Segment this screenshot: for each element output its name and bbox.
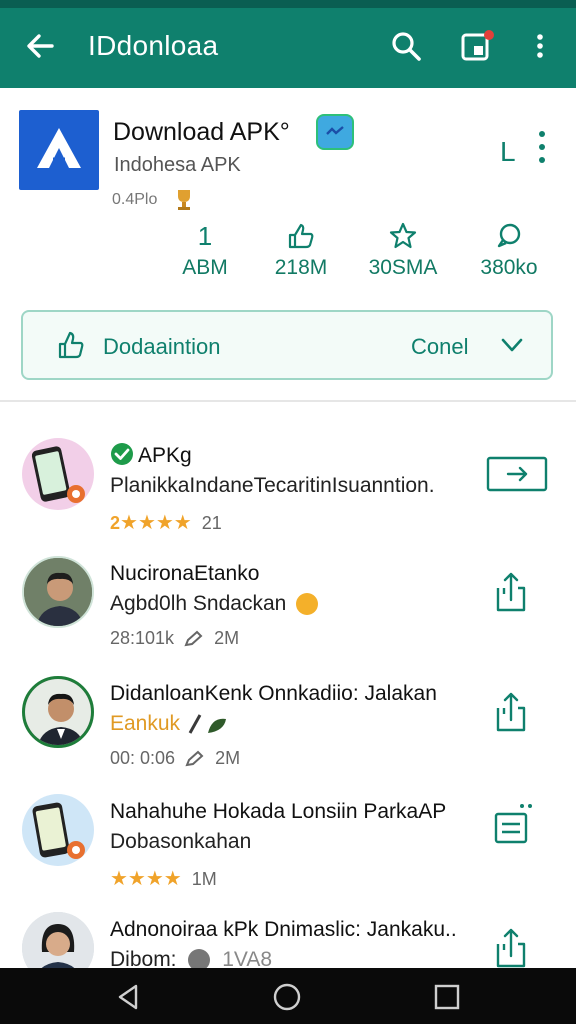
share-icon[interactable] (494, 926, 528, 970)
item-meta: 2★★★★ 21 (110, 510, 222, 535)
nav-back-icon[interactable] (114, 982, 144, 1012)
stat-value: 380ko (480, 256, 538, 279)
item-subtitle: Eankuk (110, 712, 232, 736)
list-item[interactable]: Nahahuhe Hokada Lonsiin ParkaAP Dobasonk… (0, 774, 576, 892)
app-version: 0.4Plo (112, 191, 158, 208)
item-size: 28:101k (110, 628, 175, 648)
open-arrow-button[interactable] (486, 454, 548, 494)
share-icon[interactable] (494, 570, 528, 614)
divider (0, 400, 576, 402)
stat-value: 218M (274, 256, 328, 279)
list-icon[interactable] (494, 802, 534, 846)
stat-value: 30SMA (368, 256, 438, 279)
phone-thumbnail-icon (22, 438, 94, 510)
verified-check-icon (111, 443, 133, 465)
item-meta: 28:101k 2M (110, 628, 239, 649)
status-bar (0, 0, 576, 8)
list-item[interactable]: DidanloanKenk Onnkadiio: Jalakan Eankuk … (0, 656, 576, 774)
item-subtitle: Agbd0lh Sndackan (110, 592, 319, 616)
rating-stars: ★★★★ (120, 512, 192, 534)
stat-value: ABM (182, 256, 228, 279)
item-meta: 00: 0:06 2M (110, 748, 240, 769)
cancel-button[interactable]: Conel (411, 334, 468, 360)
nav-home-icon[interactable] (272, 982, 302, 1012)
system-nav-bar (0, 968, 576, 1024)
pencil-icon (184, 630, 203, 647)
notification-box-icon[interactable] (458, 28, 494, 64)
nav-recents-icon[interactable] (432, 982, 462, 1012)
avatar (22, 556, 94, 628)
item-title: Nahahuhe Hokada Lonsiin ParkaAP (110, 800, 447, 823)
rating-count: 21 (201, 513, 222, 533)
share-icon[interactable] (494, 690, 528, 734)
notification-dot (484, 30, 494, 40)
item-subtitle: Dobasonkahan (110, 830, 252, 853)
app-bar: IDdonloaa (0, 8, 576, 88)
app-logo-icon (19, 110, 99, 190)
back-arrow-icon[interactable] (22, 28, 58, 64)
rating-prefix: 2 (110, 513, 121, 533)
item-count: 2M (215, 748, 241, 768)
download-button[interactable]: Dodaaintion (103, 334, 220, 360)
chat-icon (497, 223, 521, 248)
item-meta: ★★★★ 1M (110, 866, 217, 891)
stat-downloads: 1 ABM (160, 220, 250, 280)
app-more-icon[interactable] (534, 128, 550, 168)
pencil-icon (185, 750, 204, 767)
star-icon (389, 222, 417, 249)
side-action-button[interactable]: L (500, 136, 516, 168)
trophy-icon (178, 190, 190, 210)
phone-thumbnail-icon (22, 794, 94, 866)
item-title: APKg (138, 444, 192, 467)
chevron-down-icon[interactable] (499, 332, 525, 358)
item-size: 00: 0:06 (110, 748, 176, 768)
leaf-icon (188, 714, 226, 735)
item-title: NucironaEtanko (110, 562, 260, 585)
app-name: Download APK° (113, 118, 290, 146)
stat-rating: 30SMA (358, 220, 448, 280)
item-count: 2M (214, 628, 240, 648)
more-vert-icon[interactable] (522, 28, 558, 64)
page-title: IDdonloaa (88, 30, 219, 61)
app-publisher: Indohesa APK (114, 154, 241, 176)
list-item[interactable]: APKg PlanikkaIndaneTecaritinIsuanntion. … (0, 418, 576, 536)
emoji-icon (296, 593, 319, 616)
avatar (22, 676, 94, 748)
item-count: 1M (191, 869, 217, 889)
verified-chip-icon (316, 114, 354, 150)
item-title: DidanloanKenk Onnkadiio: Jalakan (110, 682, 437, 705)
thumb-up-icon (58, 331, 84, 359)
app-header: Download APK° Indohesa APK 0.4Plo L 1 AB… (0, 88, 576, 398)
item-subtitle: PlanikkaIndaneTecaritinIsuanntion. (110, 474, 435, 497)
download-action-bar: Dodaaintion Conel (21, 310, 553, 380)
stat-likes: 218M (256, 220, 346, 280)
item-title: Adnonoiraa kPk Dnimaslic: Jankaku.. (110, 918, 457, 941)
search-icon[interactable] (388, 28, 424, 64)
list-item[interactable]: NucironaEtanko Agbd0lh Sndackan 28:101k … (0, 536, 576, 654)
thumb-icon (288, 223, 314, 249)
app-stats: 1 ABM 218M 30SMA 380ko (160, 220, 560, 290)
rating-stars: ★★★★ (110, 868, 182, 890)
stat-comments: 380ko (464, 220, 554, 280)
stat-number-label: 1 (197, 220, 213, 251)
